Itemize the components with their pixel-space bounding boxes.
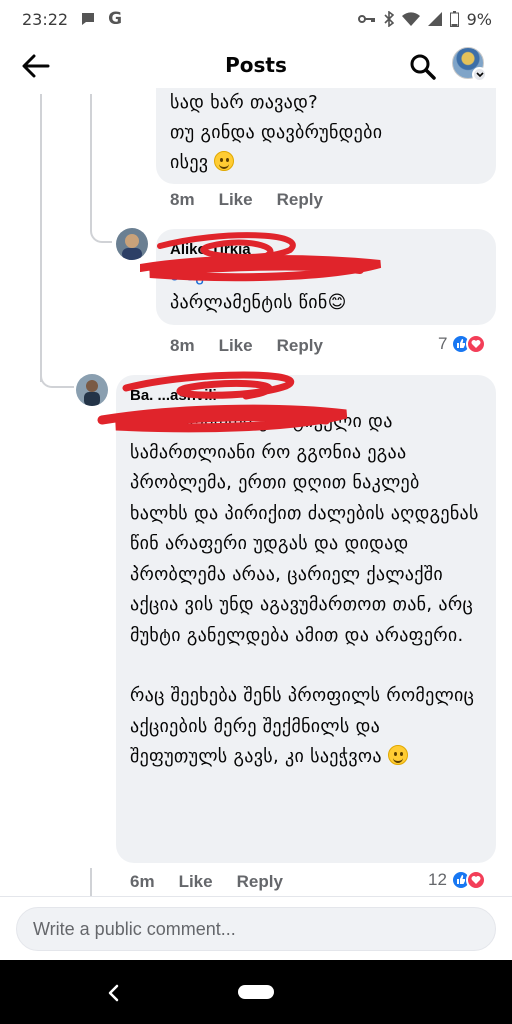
thread-line [90, 868, 92, 896]
comment-text: აპრიორი კრიტიკული და სამართლიანი რო გგონ… [130, 411, 485, 646]
comment-time: 8m [170, 190, 195, 209]
comment-composer-bar [0, 896, 512, 960]
chat-notification-icon [80, 11, 96, 27]
comment-meta: 6m Like Reply [130, 872, 283, 892]
reaction-count: 7 [438, 334, 448, 353]
like-button[interactable]: Like [179, 872, 213, 892]
bluetooth-icon [384, 11, 394, 27]
reaction-summary[interactable]: 12 [428, 870, 486, 890]
chevron-down-icon [472, 67, 487, 82]
comment-text: სად ხარ თავად? თუ გინდა დავბრუნდები ისევ [170, 92, 383, 173]
mention-link[interactable]: ა ძე [130, 411, 165, 432]
comment-bubble: Aliko Tirkia ა ძე პარლამენტის წინ😊 [156, 229, 496, 325]
avatar[interactable] [76, 374, 108, 406]
battery-percent: 9% [466, 9, 492, 29]
cell-signal-icon [427, 12, 442, 26]
thread-connector [90, 215, 112, 243]
search-icon [410, 54, 436, 80]
reply-button[interactable]: Reply [277, 190, 323, 210]
status-time: 23:22 [22, 9, 69, 29]
comment-text: რაც შეეხება შენს პროფილს რომელიც აქციები… [130, 685, 481, 767]
search-button[interactable] [406, 50, 440, 84]
love-icon [466, 334, 487, 354]
thread-connector [40, 360, 74, 388]
comment-time: 8m [170, 336, 195, 355]
google-notification-icon: G [108, 9, 123, 29]
avatar[interactable] [116, 228, 148, 260]
comment-text: პარლამენტის წინ😊 [170, 292, 347, 313]
nav-back-button[interactable] [98, 980, 128, 1006]
reply-button[interactable]: Reply [237, 872, 283, 892]
reaction-count: 12 [428, 870, 447, 889]
comment-bubble: Ba. ...ashvili ა ძე აპრიორი კრიტიკული და… [116, 375, 496, 863]
thread-line [40, 94, 42, 382]
back-button[interactable] [18, 50, 54, 82]
comment-meta: 8m Like Reply [170, 336, 323, 356]
reply-button[interactable]: Reply [277, 336, 323, 356]
comment-time: 6m [130, 872, 155, 891]
comment-meta: 8m Like Reply [170, 190, 323, 210]
comment-author[interactable]: Aliko Tirkia [170, 239, 482, 261]
comment-bubble: სად ხარ თავად? თუ გინდა დავბრუნდები ისევ [156, 88, 496, 184]
profile-menu-button[interactable] [452, 47, 492, 87]
love-icon [465, 870, 486, 890]
top-app-bar: Posts [0, 38, 512, 94]
back-arrow-icon [22, 54, 50, 78]
smiley-icon [387, 745, 408, 765]
like-button[interactable]: Like [219, 336, 253, 356]
thread-line [90, 94, 92, 224]
comment-input[interactable] [16, 907, 496, 951]
reaction-summary[interactable]: 7 [438, 334, 487, 354]
status-bar: 23:22 G 9% [0, 0, 512, 38]
mention-link[interactable]: ა ძე [170, 264, 205, 285]
like-button[interactable]: Like [219, 190, 253, 210]
smiley-icon [214, 151, 235, 171]
battery-icon [449, 11, 459, 27]
wifi-icon [401, 12, 420, 26]
nav-back-icon [108, 984, 119, 1002]
nav-home-pill[interactable] [238, 985, 274, 999]
system-nav-bar [0, 960, 512, 1024]
comment-author[interactable]: Ba. ...ashvili [130, 385, 482, 407]
key-icon [357, 13, 376, 25]
